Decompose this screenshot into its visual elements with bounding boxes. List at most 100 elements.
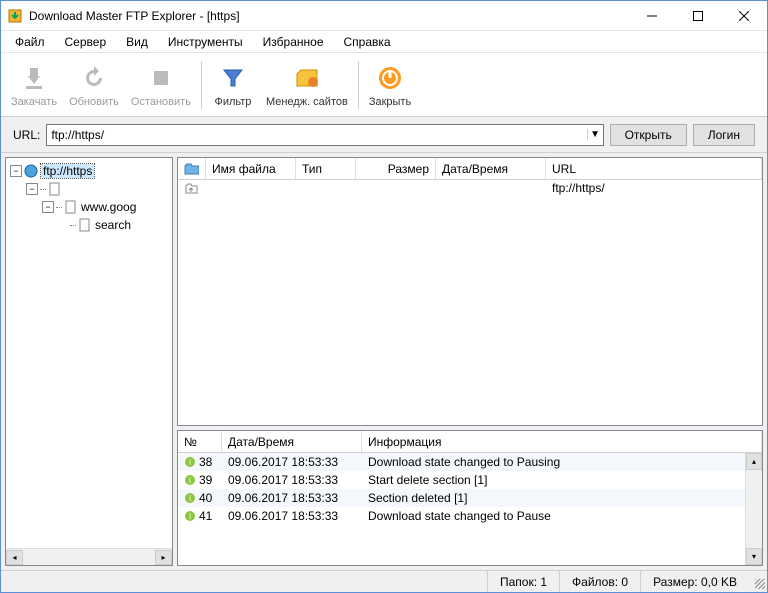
collapse-icon[interactable]: − <box>10 165 22 177</box>
log-info: Start delete section [1] <box>362 473 762 487</box>
log-col-num[interactable]: № <box>178 431 222 452</box>
log-info: Section deleted [1] <box>362 491 762 505</box>
scroll-right-icon[interactable]: ▸ <box>155 550 172 565</box>
titlebar: Download Master FTP Explorer - [https] <box>1 1 767 31</box>
log-header: № Дата/Время Информация <box>178 431 762 453</box>
status-bar: Папок: 1 Файлов: 0 Размер: 0,0 KB <box>1 570 767 592</box>
tree-node-label: search <box>95 218 131 232</box>
log-col-date[interactable]: Дата/Время <box>222 431 362 452</box>
log-num: 41 <box>199 509 212 523</box>
collapse-icon[interactable]: − <box>42 201 54 213</box>
log-vscroll[interactable]: ▴ ▾ <box>745 453 762 565</box>
log-row[interactable]: i 38 09.06.2017 18:53:33 Download state c… <box>178 453 762 471</box>
log-row[interactable]: i41 09.06.2017 18:53:33 Download state c… <box>178 507 762 525</box>
file-row[interactable]: ftp://https/ <box>178 180 762 198</box>
log-info: Download state changed to Pausing <box>362 455 762 469</box>
tree-hscroll[interactable]: ◂ ▸ <box>6 548 172 565</box>
row-type <box>296 180 356 198</box>
svg-text:i: i <box>189 512 191 521</box>
refresh-label: Обновить <box>69 96 119 108</box>
url-input[interactable] <box>47 128 586 142</box>
toolbar-separator <box>201 61 202 109</box>
scroll-up-icon[interactable]: ▴ <box>746 453 762 470</box>
tree-root[interactable]: − ftp://https <box>8 162 170 180</box>
log-num: 40 <box>199 491 212 505</box>
menu-view[interactable]: Вид <box>116 33 158 51</box>
filter-button[interactable]: Фильтр <box>206 56 260 114</box>
folder-icon <box>184 163 199 175</box>
tree-node[interactable]: search <box>8 216 170 234</box>
minimize-button[interactable] <box>629 1 675 30</box>
log-row[interactable]: i39 09.06.2017 18:53:33 Start delete sec… <box>178 471 762 489</box>
file-list-body[interactable]: ftp://https/ <box>178 180 762 425</box>
info-icon: i <box>184 474 196 486</box>
download-button[interactable]: Закачать <box>5 56 63 114</box>
window-title: Download Master FTP Explorer - [https] <box>29 9 629 23</box>
info-icon: i <box>184 492 196 504</box>
power-icon <box>376 62 404 94</box>
log-date: 09.06.2017 18:53:33 <box>222 455 362 469</box>
svg-text:i: i <box>189 458 191 467</box>
row-url: ftp://https/ <box>546 180 762 198</box>
scroll-down-icon[interactable]: ▾ <box>746 548 762 565</box>
sites-icon <box>293 62 321 94</box>
scroll-track[interactable] <box>23 550 155 565</box>
menu-server[interactable]: Сервер <box>55 33 117 51</box>
globe-icon <box>24 164 38 178</box>
url-combo[interactable]: ▼ <box>46 124 603 146</box>
collapse-icon[interactable]: − <box>26 183 38 195</box>
stop-label: Остановить <box>131 96 191 108</box>
status-size: Размер: 0,0 KB <box>640 571 749 592</box>
menu-tools[interactable]: Инструменты <box>158 33 253 51</box>
menu-favorites[interactable]: Избранное <box>253 33 334 51</box>
col-size[interactable]: Размер <box>356 158 436 179</box>
log-body[interactable]: i 38 09.06.2017 18:53:33 Download state c… <box>178 453 762 565</box>
scroll-track[interactable] <box>746 470 762 548</box>
tree-node[interactable]: − www.goog <box>8 198 170 216</box>
open-button[interactable]: Открыть <box>610 124 687 146</box>
svg-text:i: i <box>189 476 191 485</box>
col-type[interactable]: Тип <box>296 158 356 179</box>
close-tool-button[interactable]: Закрыть <box>363 56 417 114</box>
toolbar-separator <box>358 61 359 109</box>
download-label: Закачать <box>11 96 57 108</box>
file-list-header: Имя файла Тип Размер Дата/Время URL <box>178 158 762 180</box>
info-icon: i <box>184 456 196 468</box>
log-info: Download state changed to Pause <box>362 509 762 523</box>
login-button[interactable]: Логин <box>693 124 755 146</box>
col-icon[interactable] <box>178 158 206 179</box>
menu-help[interactable]: Справка <box>334 33 401 51</box>
up-folder-icon <box>184 181 198 195</box>
resize-grip[interactable] <box>749 573 767 591</box>
stop-icon <box>147 62 175 94</box>
log-date: 09.06.2017 18:53:33 <box>222 491 362 505</box>
col-date[interactable]: Дата/Время <box>436 158 546 179</box>
menu-file[interactable]: Файл <box>5 33 55 51</box>
scroll-left-icon[interactable]: ◂ <box>6 550 23 565</box>
status-files: Файлов: 0 <box>559 571 640 592</box>
maximize-button[interactable] <box>675 1 721 30</box>
log-num: 38 <box>199 455 212 469</box>
log-col-info[interactable]: Информация <box>362 431 762 452</box>
log-row[interactable]: i40 09.06.2017 18:53:33 Section deleted … <box>178 489 762 507</box>
tree-node-label: www.goog <box>81 200 136 214</box>
page-icon <box>48 182 62 196</box>
col-name[interactable]: Имя файла <box>206 158 296 179</box>
folder-tree[interactable]: − ftp://https − − www.goog search <box>6 158 172 548</box>
page-icon <box>64 200 78 214</box>
main-area: − ftp://https − − www.goog search <box>1 153 767 570</box>
tree-panel: − ftp://https − − www.goog search <box>5 157 173 566</box>
chevron-down-icon[interactable]: ▼ <box>587 129 603 140</box>
tree-node[interactable]: − <box>8 180 170 198</box>
refresh-icon <box>80 62 108 94</box>
url-bar: URL: ▼ Открыть Логин <box>1 117 767 153</box>
file-list-panel: Имя файла Тип Размер Дата/Время URL ftp:… <box>177 157 763 426</box>
stop-button[interactable]: Остановить <box>125 56 197 114</box>
tree-root-label: ftp://https <box>41 164 94 178</box>
refresh-button[interactable]: Обновить <box>63 56 125 114</box>
status-folders: Папок: 1 <box>487 571 559 592</box>
row-size <box>356 180 436 198</box>
col-url[interactable]: URL <box>546 158 762 179</box>
sites-button[interactable]: Менедж. сайтов <box>260 56 354 114</box>
close-button[interactable] <box>721 1 767 30</box>
